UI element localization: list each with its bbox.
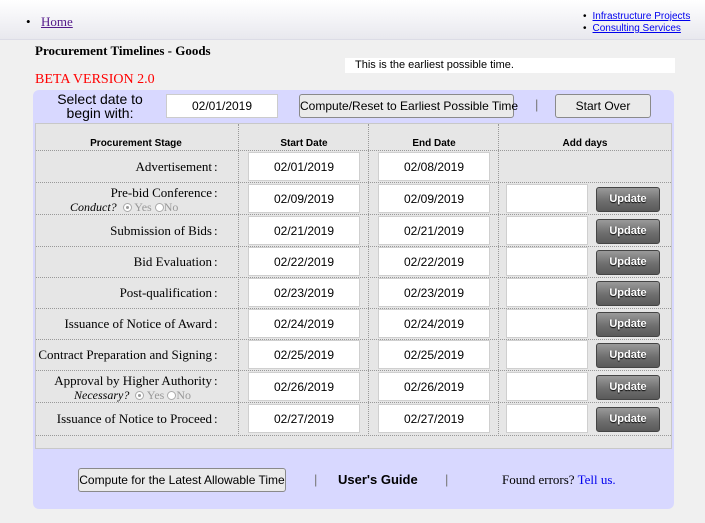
update-button[interactable]: Update [596, 375, 660, 400]
end-date-field[interactable]: 02/27/2019 [378, 404, 490, 433]
end-date-field[interactable]: 02/22/2019 [378, 247, 490, 276]
infrastructure-projects-link[interactable]: Infrastructure Projects [593, 11, 691, 22]
separator: | [314, 472, 318, 487]
add-days-input[interactable] [506, 278, 588, 307]
stage-label: Contract Preparation and Signing [38, 347, 212, 362]
add-days-input[interactable] [506, 340, 588, 369]
row-divider [36, 214, 671, 215]
end-date-field[interactable]: 02/25/2019 [378, 340, 490, 369]
tell-us-link[interactable]: Tell us. [578, 472, 616, 487]
update-button[interactable]: Update [596, 250, 660, 275]
status-message: This is the earliest possible time. [345, 58, 675, 73]
stage-label: Submission of Bids [110, 223, 212, 238]
sub-question-label: Conduct? [70, 200, 117, 214]
stage-label: Post-qualification [119, 285, 212, 300]
header-procurement-stage: Procurement Stage [90, 138, 182, 149]
start-date-field[interactable]: 02/09/2019 [248, 184, 360, 213]
add-days-input[interactable] [506, 404, 588, 433]
radio-yes[interactable] [122, 203, 132, 212]
radio-yes[interactable] [135, 391, 145, 400]
start-date-field[interactable]: 02/01/2019 [248, 152, 360, 181]
column-divider [368, 124, 369, 434]
stage-label: Issuance of Notice to Proceed [56, 411, 212, 426]
stage-sub-question: Conduct? Yes No [70, 200, 178, 215]
found-errors-label: Found errors? [502, 472, 575, 487]
sub-question-label: Necessary? [74, 388, 130, 402]
add-days-input[interactable] [506, 184, 588, 213]
add-days-input[interactable] [506, 372, 588, 401]
row-divider [36, 435, 671, 436]
begin-date-input[interactable]: 02/01/2019 [166, 94, 278, 118]
header-end-date: End Date [412, 138, 456, 149]
colon: : [214, 411, 218, 426]
compute-latest-button[interactable]: Compute for the Latest Allowable Time [78, 468, 286, 492]
compute-reset-button[interactable]: Compute/Reset to Earliest Possible Time [299, 94, 518, 118]
home-link[interactable]: Home [41, 14, 73, 30]
header-start-date: Start Date [280, 138, 328, 149]
stage-label: Issuance of Notice of Award [64, 316, 212, 331]
update-button[interactable]: Update [596, 219, 660, 244]
end-date-field[interactable]: 02/21/2019 [378, 216, 490, 245]
start-over-button[interactable]: Start Over [555, 94, 651, 118]
end-date-field[interactable]: 02/23/2019 [378, 278, 490, 307]
radio-yes-label: Yes [134, 200, 152, 214]
colon: : [214, 185, 218, 200]
stage-label: Bid Evaluation [133, 254, 212, 269]
found-errors-text: Found errors? Tell us. [502, 472, 616, 488]
colon: : [214, 254, 218, 269]
row-divider [36, 150, 671, 151]
link-item-infrastructure: • Infrastructure Projects [583, 11, 691, 22]
colon: : [214, 316, 218, 331]
start-date-field[interactable]: 02/27/2019 [248, 404, 360, 433]
stage-label: Approval by Higher Authority [54, 373, 212, 388]
column-divider [238, 124, 239, 434]
start-date-field[interactable]: 02/24/2019 [248, 309, 360, 338]
radio-yes-label: Yes [146, 388, 165, 402]
row-divider [36, 182, 671, 183]
stage-sub-question: Necessary? Yes No [74, 388, 191, 403]
end-date-field[interactable]: 02/09/2019 [378, 184, 490, 213]
colon: : [214, 285, 218, 300]
header-add-days: Add days [562, 138, 608, 149]
update-button[interactable]: Update [596, 407, 660, 432]
start-date-field[interactable]: 02/26/2019 [248, 372, 360, 401]
update-button[interactable]: Update [596, 312, 660, 337]
start-date-field[interactable]: 02/23/2019 [248, 278, 360, 307]
start-date-field[interactable]: 02/25/2019 [248, 340, 360, 369]
colon: : [214, 223, 218, 238]
row-divider [36, 402, 671, 403]
update-button[interactable]: Update [596, 187, 660, 212]
radio-no[interactable] [154, 203, 164, 212]
users-guide-link[interactable]: User's Guide [338, 472, 418, 487]
separator: | [445, 472, 449, 487]
stage-label: Pre-bid Conference [110, 185, 212, 200]
page-title: Procurement Timelines - Goods [35, 43, 211, 58]
radio-no-label: No [176, 388, 192, 402]
consulting-services-link[interactable]: Consulting Services [593, 23, 681, 34]
update-button[interactable]: Update [596, 343, 660, 368]
select-date-label: Select date to begin with: [57, 91, 143, 121]
colon: : [214, 347, 218, 362]
separator: | [535, 97, 539, 112]
end-date-field[interactable]: 02/08/2019 [378, 152, 490, 181]
radio-no-label: No [163, 200, 179, 214]
start-date-field[interactable]: 02/21/2019 [248, 216, 360, 245]
add-days-input[interactable] [506, 309, 588, 338]
stage-label: Advertisement [135, 159, 212, 174]
end-date-field[interactable]: 02/24/2019 [378, 309, 490, 338]
add-days-input[interactable] [506, 216, 588, 245]
beta-version-label: BETA VERSION 2.0 [35, 72, 155, 87]
start-date-field[interactable]: 02/22/2019 [248, 247, 360, 276]
row-divider [36, 370, 671, 371]
colon: : [214, 159, 218, 174]
link-item-consulting: • Consulting Services [583, 23, 681, 34]
bullet-icon: • [26, 14, 31, 29]
add-days-input[interactable] [506, 247, 588, 276]
radio-no[interactable] [167, 391, 177, 400]
colon: : [214, 373, 218, 388]
update-button[interactable]: Update [596, 281, 660, 306]
external-links: • Infrastructure Projects • Consulting Ser… [583, 11, 690, 35]
end-date-field[interactable]: 02/26/2019 [378, 372, 490, 401]
column-divider [498, 124, 499, 434]
